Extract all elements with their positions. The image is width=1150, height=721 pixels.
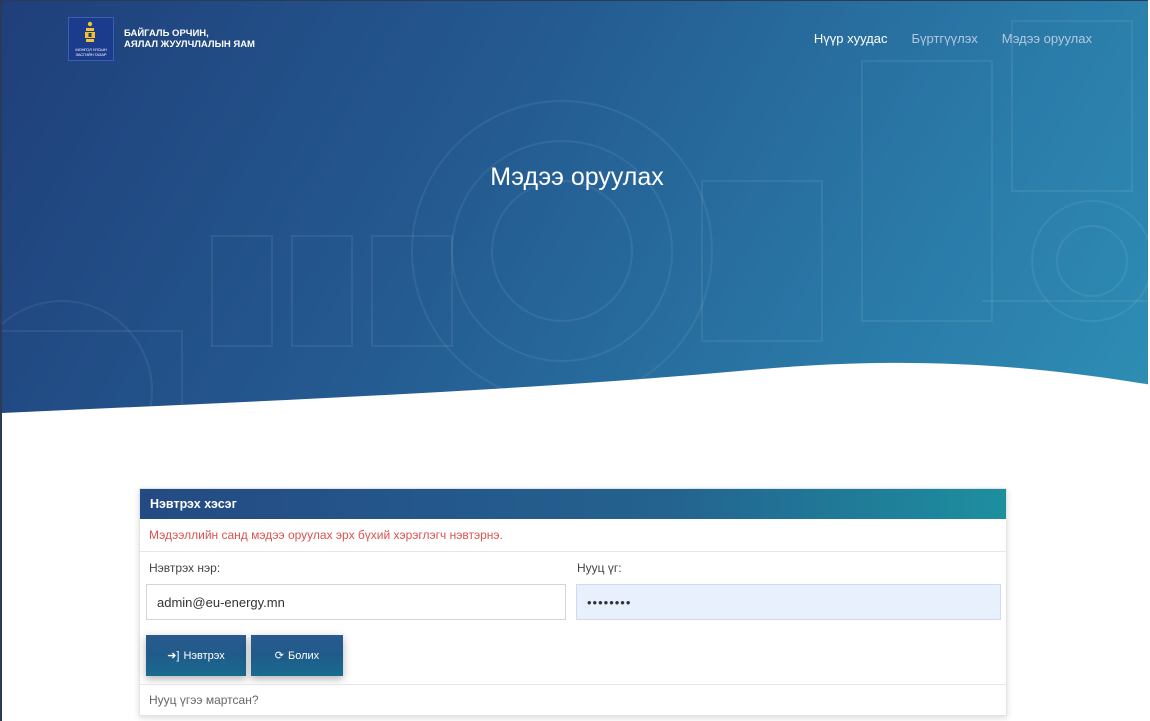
- ministry-name-line-1: БАЙГАЛЬ ОРЧИН,: [124, 28, 209, 39]
- password-label: Нууц үг:: [577, 561, 622, 575]
- username-label: Нэвтрэх нэр:: [149, 561, 221, 575]
- sign-in-icon: ➜]: [167, 650, 180, 662]
- login-panel: Нэвтрэх хэсэг Мэдээллийн санд мэдээ оруу…: [139, 488, 1007, 716]
- username-input[interactable]: [146, 584, 566, 620]
- login-fields: Нэвтрэх нэр: Нууц үг:: [140, 552, 1006, 632]
- login-notice: Мэдээллийн санд мэдээ оруулах эрх бүхий …: [140, 519, 1006, 552]
- login-button-label: Нэвтрэх: [183, 649, 225, 662]
- login-button[interactable]: ➜] Нэвтрэх: [146, 635, 246, 676]
- nav-home[interactable]: Нүүр хуудас: [814, 31, 888, 46]
- soyombo-icon: [85, 21, 95, 42]
- login-actions: ➜] Нэвтрэх ⟳ Болих: [146, 635, 343, 676]
- emblem-caption: МОНГОЛ УЛСЫН ЗАСГИЙН ГАЗАР: [75, 47, 107, 57]
- password-input[interactable]: [576, 584, 1001, 620]
- login-panel-header: Нэвтрэх хэсэг: [140, 489, 1006, 519]
- forgot-password-link[interactable]: Нууц үгээ мартсан?: [140, 684, 1006, 715]
- cancel-button-label: Болих: [288, 649, 320, 662]
- refresh-icon: ⟳: [274, 650, 285, 662]
- state-emblem-icon: МОНГОЛ УЛСЫН ЗАСГИЙН ГАЗАР: [68, 17, 114, 61]
- cancel-button[interactable]: ⟳ Болих: [251, 635, 343, 676]
- nav-submit-news[interactable]: Мэдээ оруулах: [1002, 31, 1092, 46]
- main-nav: Нүүр хуудас Бүртгүүлэх Мэдээ оруулах: [814, 31, 1092, 46]
- page-frame: МОНГОЛ УЛСЫН ЗАСГИЙН ГАЗАР БАЙГАЛЬ ОРЧИН…: [0, 0, 1148, 721]
- hero-wave: [2, 362, 1148, 451]
- ministry-name-line-2: АЯЛАЛ ЖУУЛЧЛАЛЫН ЯАМ: [124, 39, 255, 50]
- nav-register[interactable]: Бүртгүүлэх: [911, 31, 977, 46]
- ministry-name: БАЙГАЛЬ ОРЧИН, АЯЛАЛ ЖУУЛЧЛАЛЫН ЯАМ: [124, 28, 255, 50]
- page-title: Мэдээ оруулах: [490, 163, 664, 191]
- ministry-logo[interactable]: МОНГОЛ УЛСЫН ЗАСГИЙН ГАЗАР БАЙГАЛЬ ОРЧИН…: [68, 17, 255, 61]
